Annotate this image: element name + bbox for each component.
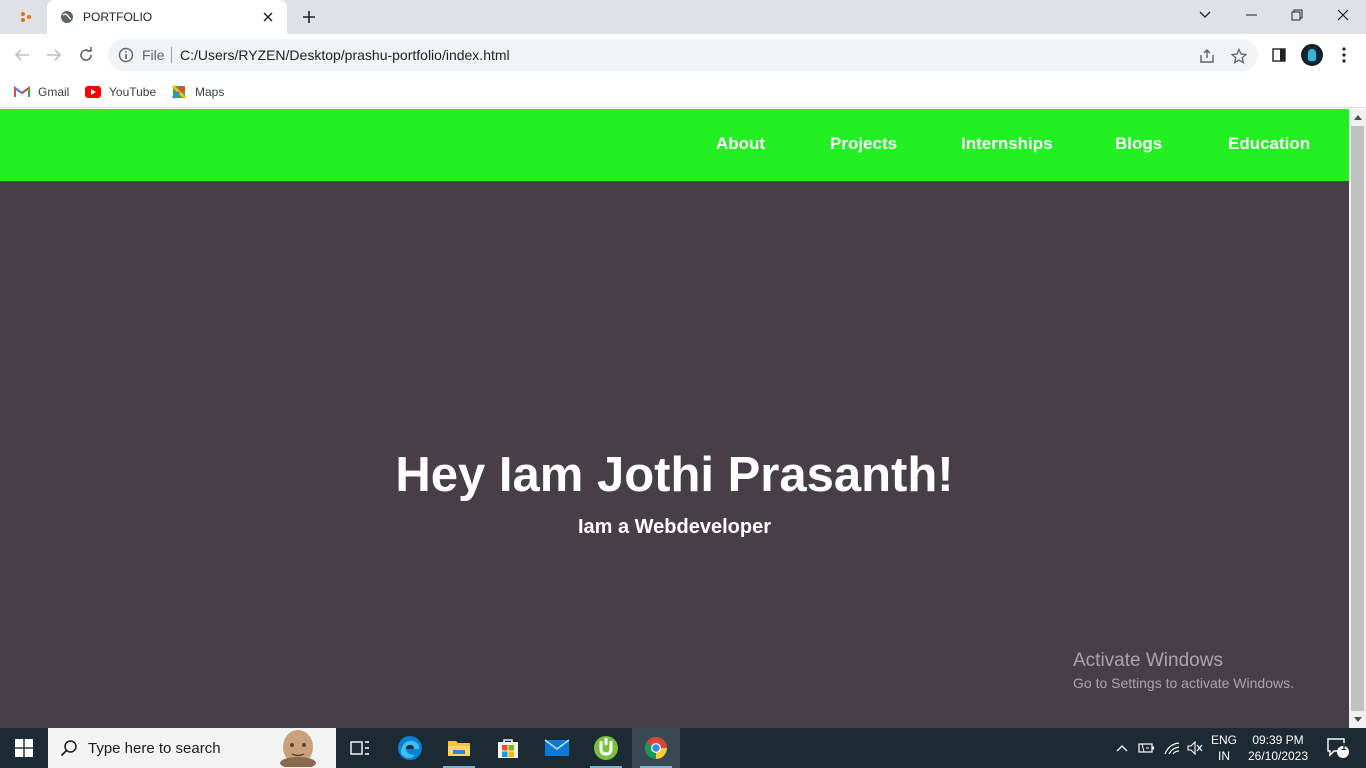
- close-window-icon[interactable]: [1320, 0, 1366, 30]
- nav-link-blogs[interactable]: Blogs: [1115, 134, 1162, 154]
- search-icon: [60, 740, 77, 757]
- nav-link-projects[interactable]: Projects: [830, 134, 897, 154]
- search-highlight-icon: [280, 730, 316, 767]
- site-info-icon[interactable]: [118, 47, 134, 63]
- browser-toolbar: File C:/Users/RYZEN/Desktop/prashu-portf…: [0, 34, 1366, 76]
- bookmarks-bar: Gmail YouTube Maps: [0, 76, 1366, 108]
- volume-muted-icon[interactable]: [1184, 728, 1206, 768]
- nav-link-internships[interactable]: Internships: [961, 134, 1053, 154]
- page-viewport: About Projects Internships Blogs Educati…: [0, 109, 1349, 728]
- nav-link-education[interactable]: Education: [1228, 134, 1310, 154]
- hero-title: Hey Iam Jothi Prasanth!: [395, 448, 954, 502]
- utorrent-icon[interactable]: [582, 728, 630, 768]
- windows-start-icon[interactable]: [0, 728, 48, 768]
- language-code: ENG: [1210, 733, 1237, 747]
- menu-kebab-icon[interactable]: [1333, 44, 1355, 66]
- bookmark-label: Maps: [195, 85, 225, 99]
- language-indicator[interactable]: ENG IN: [1208, 728, 1240, 768]
- forward-icon[interactable]: [42, 43, 66, 67]
- globe-icon: [61, 11, 73, 23]
- reload-icon[interactable]: [74, 43, 98, 67]
- minimize-icon[interactable]: [1228, 0, 1274, 30]
- microsoft-store-icon[interactable]: [484, 728, 532, 768]
- nav-link-about[interactable]: About: [716, 134, 765, 154]
- taskbar-search-box[interactable]: Type here to search: [48, 728, 336, 768]
- system-clock[interactable]: 09:39 PM 26/10/2023: [1244, 728, 1312, 768]
- side-panel-icon[interactable]: [1268, 44, 1290, 66]
- bookmark-label: YouTube: [109, 85, 157, 99]
- back-icon[interactable]: [10, 43, 34, 67]
- scroll-down-arrow-icon[interactable]: [1349, 711, 1366, 728]
- address-bar[interactable]: File C:/Users/RYZEN/Desktop/prashu-portf…: [108, 39, 1258, 71]
- profile-avatar[interactable]: [1301, 44, 1323, 66]
- clock-date: 26/10/2023: [1247, 749, 1309, 763]
- new-tab-button[interactable]: [297, 6, 321, 28]
- bookmark-gmail[interactable]: Gmail: [14, 82, 69, 102]
- clock-time: 09:39 PM: [1252, 733, 1304, 747]
- bookmark-label: Gmail: [38, 85, 70, 99]
- close-tab-icon[interactable]: [259, 8, 277, 26]
- url-separator: [171, 47, 172, 63]
- hero-subtitle: Iam a Webdeveloper: [577, 516, 772, 538]
- activate-windows-watermark: Activate Windows Go to Settings to activ…: [1073, 650, 1294, 691]
- scroll-thumb[interactable]: [1351, 126, 1364, 711]
- search-placeholder: Type here to search: [88, 740, 221, 757]
- tab-search-dropdown-icon[interactable]: [1182, 0, 1228, 30]
- edge-icon[interactable]: [386, 728, 434, 768]
- windows-taskbar: Type here to search ENG IN 09:39 PM 26/1…: [0, 728, 1366, 768]
- tray-chevron-up-icon[interactable]: [1112, 728, 1132, 768]
- bookmark-star-icon[interactable]: [1230, 47, 1248, 65]
- language-region: IN: [1218, 749, 1230, 763]
- url-scheme: File: [142, 47, 165, 63]
- task-view-icon[interactable]: [336, 728, 384, 768]
- share-icon[interactable]: [1198, 47, 1216, 65]
- file-explorer-icon[interactable]: [435, 728, 483, 768]
- browser-tab[interactable]: PORTFOLIO: [47, 0, 287, 34]
- gmail-icon: [14, 84, 30, 100]
- mail-icon[interactable]: [533, 728, 581, 768]
- battery-icon[interactable]: [1136, 728, 1158, 768]
- notification-center-icon[interactable]: 1: [1318, 728, 1358, 768]
- bookmark-youtube[interactable]: YouTube: [85, 82, 156, 102]
- site-navbar: About Projects Internships Blogs Educati…: [0, 109, 1349, 181]
- notification-count: 1: [1341, 742, 1347, 753]
- watermark-title: Activate Windows: [1073, 650, 1223, 671]
- wifi-icon[interactable]: [1161, 728, 1183, 768]
- restore-icon[interactable]: [1274, 0, 1320, 30]
- tab-search-icon[interactable]: [18, 9, 34, 25]
- tab-title: PORTFOLIO: [83, 10, 153, 24]
- scroll-up-arrow-icon[interactable]: [1349, 109, 1366, 126]
- url-text[interactable]: C:/Users/RYZEN/Desktop/prashu-portfolio/…: [180, 47, 510, 63]
- tab-strip: PORTFOLIO: [0, 0, 1366, 34]
- maps-icon: [171, 84, 187, 100]
- bookmark-maps[interactable]: Maps: [171, 82, 224, 102]
- youtube-icon: [85, 84, 101, 100]
- watermark-subtitle: Go to Settings to activate Windows.: [1073, 675, 1294, 691]
- page-scrollbar[interactable]: [1349, 109, 1366, 728]
- chrome-icon[interactable]: [632, 728, 680, 768]
